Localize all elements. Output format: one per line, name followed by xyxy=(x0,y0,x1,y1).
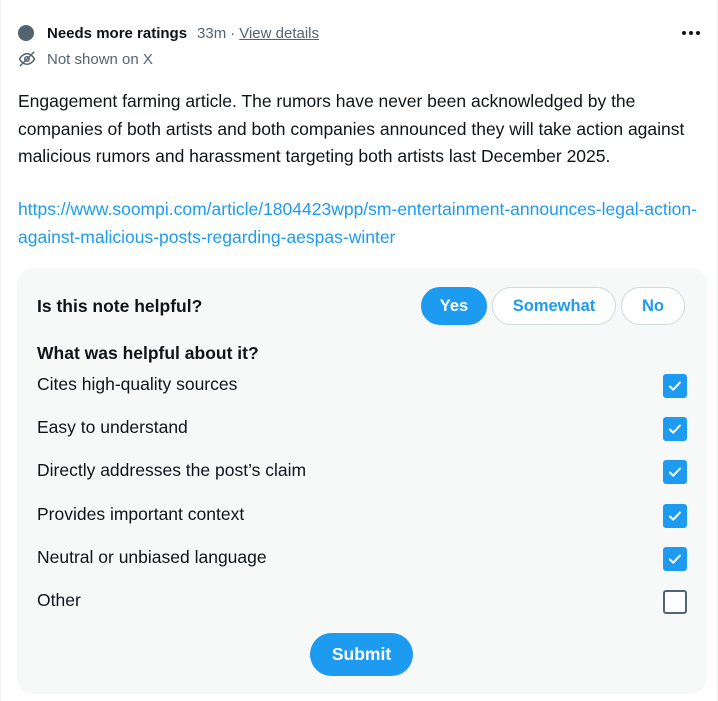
more-options-button[interactable] xyxy=(679,22,703,44)
more-dot-icon xyxy=(696,31,700,35)
checkmark-icon xyxy=(669,424,681,434)
view-details-link[interactable]: View details xyxy=(239,25,319,42)
more-dot-icon xyxy=(682,31,686,35)
reason-checkbox[interactable] xyxy=(663,503,687,528)
helpful-reasons-title: What was helpful about it? xyxy=(37,343,259,363)
rating-panel: Is this note helpful? Yes Somewhat No Wh… xyxy=(17,268,707,694)
reason-row: Neutral or unbiased language xyxy=(17,539,707,582)
rating-buttons: Yes Somewhat No xyxy=(421,287,685,325)
reason-checkbox[interactable] xyxy=(663,546,687,571)
reason-checkbox[interactable] xyxy=(663,589,687,614)
reason-label: Neutral or unbiased language xyxy=(37,546,267,567)
helpful-reasons-list: Cites high-quality sources Easy to under… xyxy=(17,366,707,625)
reason-row: Directly addresses the post’s claim xyxy=(17,452,707,495)
reason-label: Provides important context xyxy=(37,503,245,524)
status-label: Needs more ratings xyxy=(47,24,188,42)
community-note-card: Needs more ratings 33m · View details No… xyxy=(0,0,718,701)
reason-row: Cites high-quality sources xyxy=(17,366,707,409)
checkmark-icon xyxy=(669,511,681,521)
reason-label: Directly addresses the post’s claim xyxy=(37,460,307,481)
reason-label: Cites high-quality sources xyxy=(37,374,238,394)
note-header: Needs more ratings 33m · View details xyxy=(18,22,319,44)
visibility-status: Not shown on X xyxy=(18,48,153,70)
more-dot-icon xyxy=(689,31,693,35)
status-dot-icon xyxy=(18,25,34,41)
reason-checkbox[interactable] xyxy=(663,417,687,442)
checkmark-icon xyxy=(669,381,681,391)
timestamp: 33m xyxy=(197,24,227,42)
visibility-label: Not shown on X xyxy=(47,50,153,68)
note-source-link[interactable]: https://www.soompi.com/article/1804423wp… xyxy=(18,196,698,251)
reason-row: Easy to understand xyxy=(17,409,707,452)
reason-label: Other xyxy=(37,589,81,610)
checkmark-icon xyxy=(669,467,681,478)
note-body-text: Engagement farming article. The rumors h… xyxy=(18,91,685,166)
no-button[interactable]: No xyxy=(621,287,685,325)
separator: · xyxy=(230,24,236,42)
reason-checkbox[interactable] xyxy=(663,374,687,398)
submit-button[interactable]: Submit xyxy=(310,633,413,676)
reason-checkbox[interactable] xyxy=(663,460,687,485)
reason-label: Easy to understand xyxy=(37,417,188,438)
reason-row: Provides important context xyxy=(17,496,707,539)
checkmark-icon xyxy=(669,554,681,564)
yes-button[interactable]: Yes xyxy=(421,287,487,325)
helpful-question: Is this note helpful? xyxy=(37,296,203,316)
reason-row: Other xyxy=(17,582,707,625)
somewhat-button[interactable]: Somewhat xyxy=(492,287,616,325)
eye-slash-icon xyxy=(18,51,36,67)
